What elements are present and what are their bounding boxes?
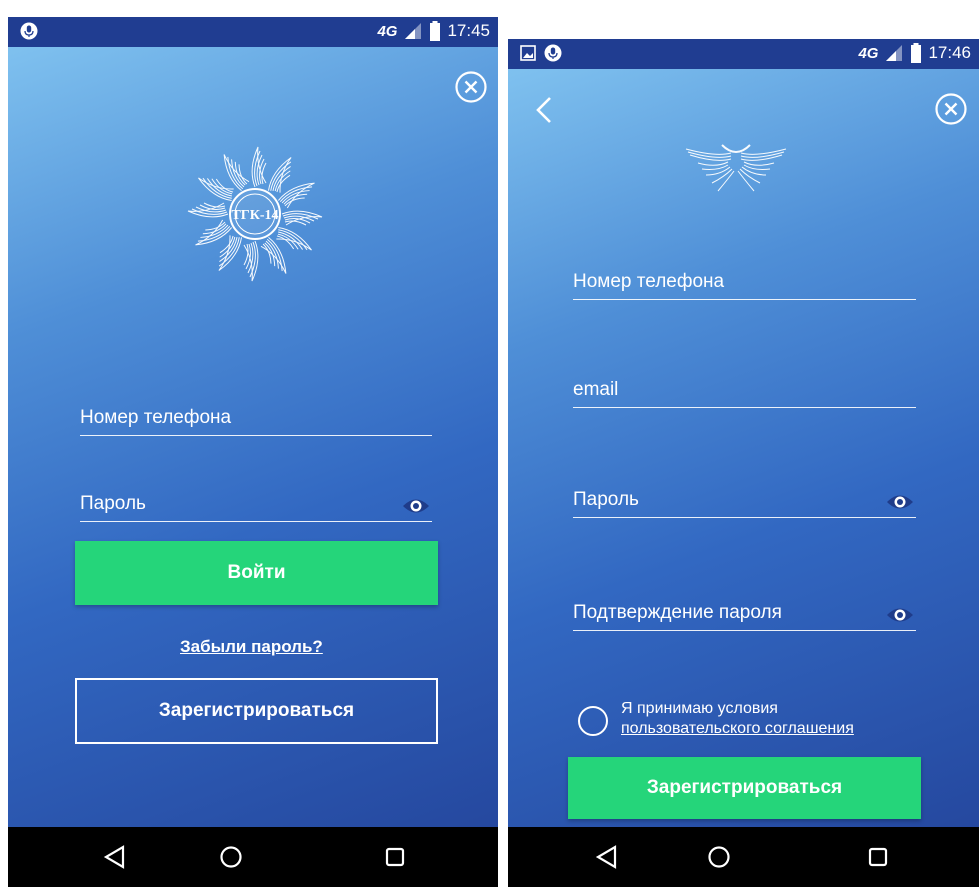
battery-icon — [430, 21, 441, 41]
status-time: 17:45 — [447, 21, 490, 40]
terms-link[interactable]: пользовательского соглашения — [621, 719, 854, 739]
eye-icon[interactable] — [402, 495, 430, 517]
nav-home-icon[interactable] — [703, 841, 735, 873]
mic-icon — [20, 22, 38, 40]
battery-icon — [911, 43, 922, 63]
terms-text: Я принимаю условия пользовательского сог… — [621, 699, 854, 739]
terms-radio[interactable] — [578, 706, 608, 736]
close-icon[interactable] — [454, 70, 488, 104]
nav-back-icon[interactable] — [591, 841, 623, 873]
phone-placeholder: Номер телефона — [80, 407, 232, 428]
terms-line1: Я принимаю условия — [621, 700, 778, 717]
signal-icon — [886, 45, 903, 61]
nav-bar — [508, 827, 979, 887]
password-field[interactable]: Пароль — [80, 483, 432, 522]
signal-icon — [405, 23, 422, 39]
login-button[interactable]: Войти — [75, 541, 438, 605]
confirm-password-placeholder: Подтверждение пароля — [573, 602, 782, 623]
nav-bar — [8, 827, 498, 887]
login-screen: 4G 17:45 ТГК-14 Номер телефона Пароль Во… — [8, 17, 498, 887]
password-placeholder: Пароль — [80, 493, 146, 514]
phone-placeholder: Номер телефона — [573, 271, 725, 292]
logo-text: ТГК-14 — [231, 208, 278, 223]
nav-back-icon[interactable] — [99, 841, 131, 873]
register-button[interactable]: Зарегистрироваться — [75, 678, 438, 744]
register-screen: 4G 17:46 Номер телефона email Пароль Под… — [508, 39, 979, 887]
status-bar: 4G 17:45 — [8, 17, 498, 47]
phone-field[interactable]: Номер телефона — [573, 263, 916, 300]
forgot-password-link[interactable]: Забыли пароль? — [180, 637, 323, 657]
status-bar: 4G 17:46 — [508, 39, 979, 69]
gallery-icon — [520, 45, 536, 61]
register-content: Номер телефона email Пароль Подтверждени… — [508, 69, 979, 827]
mic-icon — [544, 44, 562, 62]
back-icon[interactable] — [532, 95, 556, 125]
eye-icon[interactable] — [886, 604, 914, 626]
nav-recents-icon[interactable] — [379, 841, 411, 873]
status-time: 17:46 — [928, 43, 971, 62]
network-label: 4G — [858, 44, 879, 62]
nav-home-icon[interactable] — [215, 841, 247, 873]
login-content: ТГК-14 Номер телефона Пароль Войти Забыл… — [8, 47, 498, 827]
network-label: 4G — [377, 22, 398, 40]
register-submit-button[interactable]: Зарегистрироваться — [568, 757, 921, 819]
nav-recents-icon[interactable] — [862, 841, 894, 873]
company-logo: ТГК-14 — [187, 146, 323, 282]
close-icon[interactable] — [934, 92, 968, 126]
confirm-password-field[interactable]: Подтверждение пароля — [573, 594, 916, 631]
email-field[interactable]: email — [573, 371, 916, 408]
phone-field[interactable]: Номер телефона — [80, 397, 432, 436]
email-placeholder: email — [573, 379, 619, 400]
password-placeholder: Пароль — [573, 489, 639, 510]
company-logo-partial — [685, 144, 787, 192]
eye-icon[interactable] — [886, 491, 914, 513]
password-field[interactable]: Пароль — [573, 481, 916, 518]
